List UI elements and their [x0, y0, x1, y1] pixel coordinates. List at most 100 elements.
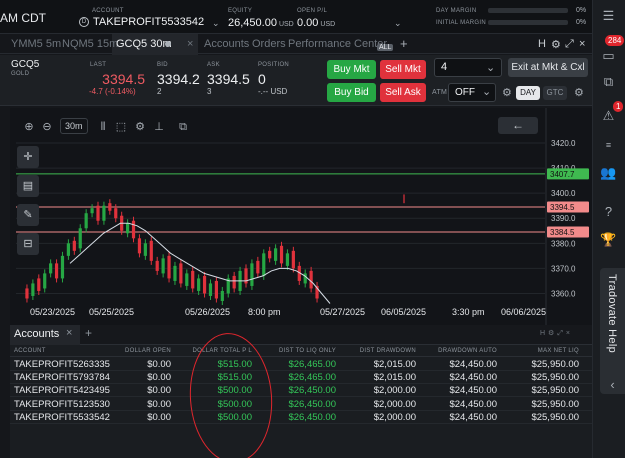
col-header-dollar-total-pl[interactable]: DOLLAR TOTAL P L: [180, 348, 252, 354]
candle-body: [173, 265, 177, 281]
table-cell: $0.00: [147, 385, 171, 397]
table-cell: $2,015.00: [373, 372, 416, 384]
y-tick-label: 3370.0: [551, 264, 576, 273]
y-tick-label: 3420.0: [551, 139, 576, 148]
exit-at-mkt-button[interactable]: Exit at Mkt & Cxl: [508, 58, 588, 77]
users-icon[interactable]: 👥: [592, 165, 625, 181]
ask-value: 3394.5: [207, 71, 250, 87]
chart-canvas[interactable]: 3420.03410.03400.03390.03380.03370.03360…: [10, 108, 592, 325]
interval-selector[interactable]: 30m: [60, 118, 88, 134]
bid-value: 3394.2: [157, 71, 200, 87]
open-pl-label: OPEN P/L: [297, 8, 328, 14]
col-header-account[interactable]: ACCOUNT: [14, 348, 46, 354]
candle-body: [25, 288, 29, 299]
candle-body: [185, 273, 189, 286]
account-bar: AM CDT ACCOUNT D TAKEPROFIT5533542 ⌄ EQU…: [0, 0, 592, 34]
all-badge[interactable]: ALL: [377, 40, 394, 52]
table-cell: TAKEPROFIT5263335: [14, 359, 110, 370]
warning-icon[interactable]: ⚠: [592, 108, 625, 124]
candle-body: [256, 260, 260, 274]
moving-average-line: [69, 222, 331, 304]
col-header-max-net-liq[interactable]: MAX NET LIQ: [505, 348, 579, 354]
list-icon[interactable]: ▤: [17, 175, 39, 197]
gear-icon[interactable]: ⚙: [551, 38, 561, 51]
tab-nqm5[interactable]: NQM5 15m: [62, 38, 118, 50]
add-tab-icon[interactable]: +: [400, 36, 408, 51]
initial-margin-pct: 0%: [576, 19, 587, 26]
close-icon[interactable]: ×: [187, 38, 193, 50]
crosshair-icon[interactable]: ✛: [17, 146, 39, 168]
gear-icon[interactable]: ⚙: [133, 120, 147, 134]
gear-icon[interactable]: ⚙: [502, 86, 512, 99]
chevron-left-icon[interactable]: ‹: [600, 377, 625, 392]
buy-bid-button[interactable]: Buy Bid: [327, 83, 376, 102]
day-margin-label: DAY MARGIN: [436, 8, 477, 14]
pencil-icon[interactable]: ✎: [17, 204, 39, 226]
tab-accounts-panel[interactable]: Accounts: [14, 328, 59, 340]
trophy-icon[interactable]: 🏆: [592, 232, 625, 248]
chat-bubble-icon[interactable]: ▭: [592, 48, 625, 64]
sell-ask-button[interactable]: Sell Ask: [380, 83, 426, 102]
menu-icon[interactable]: ≡: [592, 140, 625, 150]
tab-accounts[interactable]: Accounts: [204, 38, 249, 50]
col-header-drawdown-auto[interactable]: DRAWDOWN AUTO: [423, 348, 497, 354]
panel-window-controls[interactable]: H⚙⤢×: [540, 329, 573, 338]
chevron-down-icon[interactable]: ⌄: [212, 18, 220, 29]
gtc-toggle[interactable]: GTC: [543, 86, 567, 100]
day-toggle[interactable]: DAY: [516, 86, 540, 100]
close-icon[interactable]: ×: [579, 38, 585, 50]
window-icon[interactable]: ⧉: [592, 74, 625, 90]
chevron-down-icon[interactable]: ⌄: [482, 85, 491, 98]
price-label: 3394.5: [550, 203, 575, 212]
back-arrow-button[interactable]: ←: [498, 117, 538, 134]
col-header-dist-to-liq[interactable]: DIST TO LIQ ONLY: [262, 348, 336, 354]
day-margin-pct: 0%: [576, 7, 587, 14]
table-cell: $0.00: [147, 398, 171, 410]
candle-body: [78, 228, 82, 249]
last-change: -4.7 (-0.14%): [89, 87, 136, 96]
add-tab-icon[interactable]: +: [85, 326, 92, 340]
col-header-dist-drawdown[interactable]: DIST DRAWDOWN: [343, 348, 416, 354]
symbol[interactable]: GCQ5: [11, 59, 39, 70]
help-icon[interactable]: ?: [592, 204, 625, 219]
x-tick-label: 05/23/2025: [30, 307, 76, 317]
table-cell: $24,450.00: [449, 372, 497, 384]
h-icon[interactable]: H: [538, 38, 546, 50]
help-tab[interactable]: Tradovate Help: [600, 268, 625, 394]
zoom-in-icon[interactable]: ⊕: [22, 120, 36, 134]
candles-icon[interactable]: ⫴: [96, 120, 110, 134]
candle-body: [279, 245, 284, 264]
expand-icon[interactable]: ⤢: [565, 38, 574, 51]
col-header-dollar-open[interactable]: DOLLAR OPEN: [100, 348, 171, 354]
position-value: 0: [258, 71, 266, 87]
zoom-out-icon[interactable]: ⊖: [40, 120, 54, 134]
candle-body: [126, 223, 130, 234]
y-tick-label: 3390.0: [551, 214, 576, 223]
buy-mkt-button[interactable]: Buy Mkt: [327, 60, 376, 79]
lock-icon[interactable]: ⊟: [17, 233, 39, 255]
crosshair-select-icon[interactable]: ⬚: [114, 120, 128, 134]
candle-body: [274, 248, 278, 261]
close-icon[interactable]: ×: [66, 327, 72, 339]
tab-orders[interactable]: Orders: [252, 38, 286, 50]
tab-gcq5[interactable]: GCQ5 30m: [116, 38, 172, 50]
chevron-down-icon[interactable]: ⌄: [486, 61, 495, 74]
candle-body: [143, 243, 147, 256]
account-selector[interactable]: TAKEPROFIT5533542: [93, 16, 204, 28]
gear-icon[interactable]: ⚙: [574, 86, 584, 99]
candle-body: [102, 205, 106, 221]
notifications-badge: 284: [605, 34, 625, 46]
table-cell: $2,000.00: [373, 411, 416, 423]
tab-performance-center[interactable]: Performance Center: [288, 38, 387, 50]
sell-mkt-button[interactable]: Sell Mkt: [380, 60, 426, 79]
sliders-icon[interactable]: ☰: [592, 8, 625, 24]
price-chart[interactable]: 3420.03410.03400.03390.03380.03370.03360…: [10, 108, 592, 325]
x-tick-label: 3:30 pm: [452, 307, 485, 317]
indicators-icon[interactable]: ⊥: [152, 120, 166, 134]
candle-body: [208, 283, 213, 296]
atm-label: ATM: [432, 89, 448, 96]
tab-dot-icon: [165, 41, 171, 47]
templates-icon[interactable]: ⧉: [176, 120, 190, 134]
tab-ymm5[interactable]: YMM5 5m: [11, 38, 61, 50]
chevron-down-icon[interactable]: ⌄: [394, 18, 402, 29]
